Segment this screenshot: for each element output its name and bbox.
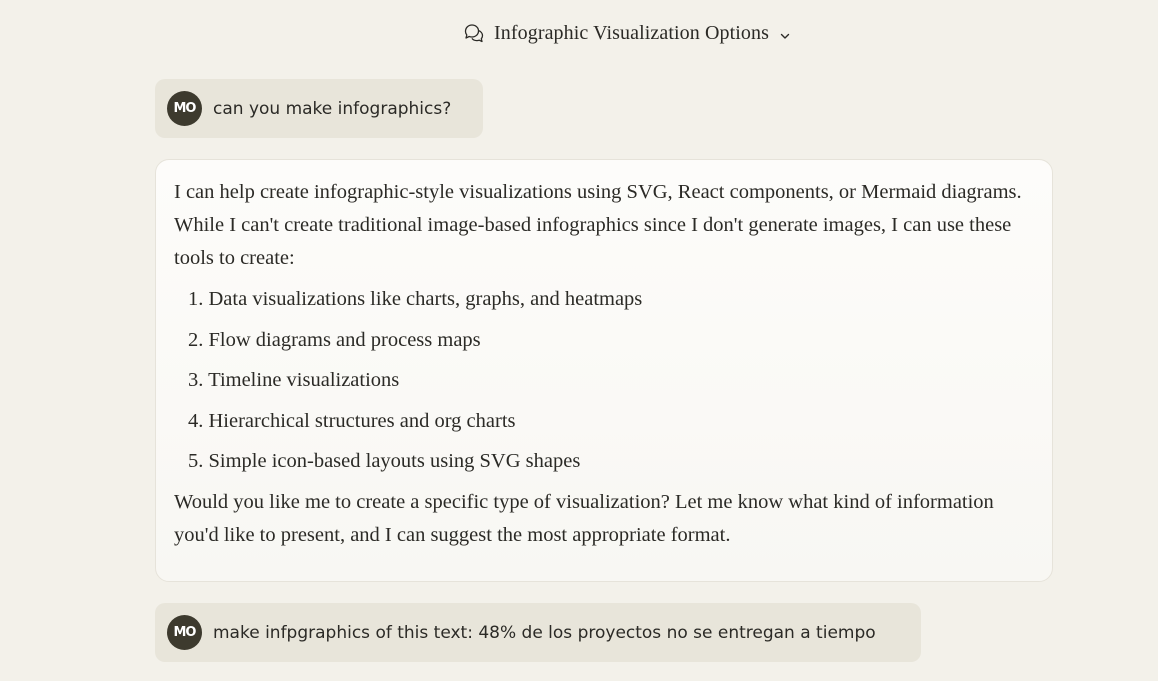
conversation-title-dropdown[interactable]: Infographic Visualization Options xyxy=(462,18,791,48)
assistant-message: I can help create infographic-style visu… xyxy=(155,159,1053,582)
user-message: MO can you make infographics? xyxy=(155,79,483,138)
assistant-intro-text: I can help create infographic-style visu… xyxy=(174,181,1022,269)
list-item: 3. Timeline visualizations xyxy=(188,369,400,391)
assistant-outro-text: Would you like me to create a specific t… xyxy=(174,491,994,546)
user-message-text: can you make infographics? xyxy=(213,98,452,119)
list-item: 1. Data visualizations like charts, grap… xyxy=(188,288,643,310)
list-item: 4. Hierarchical structures and org chart… xyxy=(188,409,516,432)
conversation-title: Infographic Visualization Options xyxy=(494,21,770,44)
user-message: MO make infpgraphics of this text: 48% d… xyxy=(155,603,921,662)
list-item: 2. Flow diagrams and process maps xyxy=(188,328,481,351)
avatar[interactable]: MO xyxy=(167,615,202,650)
assistant-list: 1. Data visualizations like charts, grap… xyxy=(174,286,1034,474)
chat-bubbles-icon xyxy=(462,21,486,45)
user-message-text: make infpgraphics of this text: 48% de l… xyxy=(213,622,876,643)
avatar[interactable]: MO xyxy=(167,91,202,126)
list-item: 5. Simple icon-based layouts using SVG s… xyxy=(188,450,581,472)
chevron-down-icon xyxy=(779,29,791,41)
